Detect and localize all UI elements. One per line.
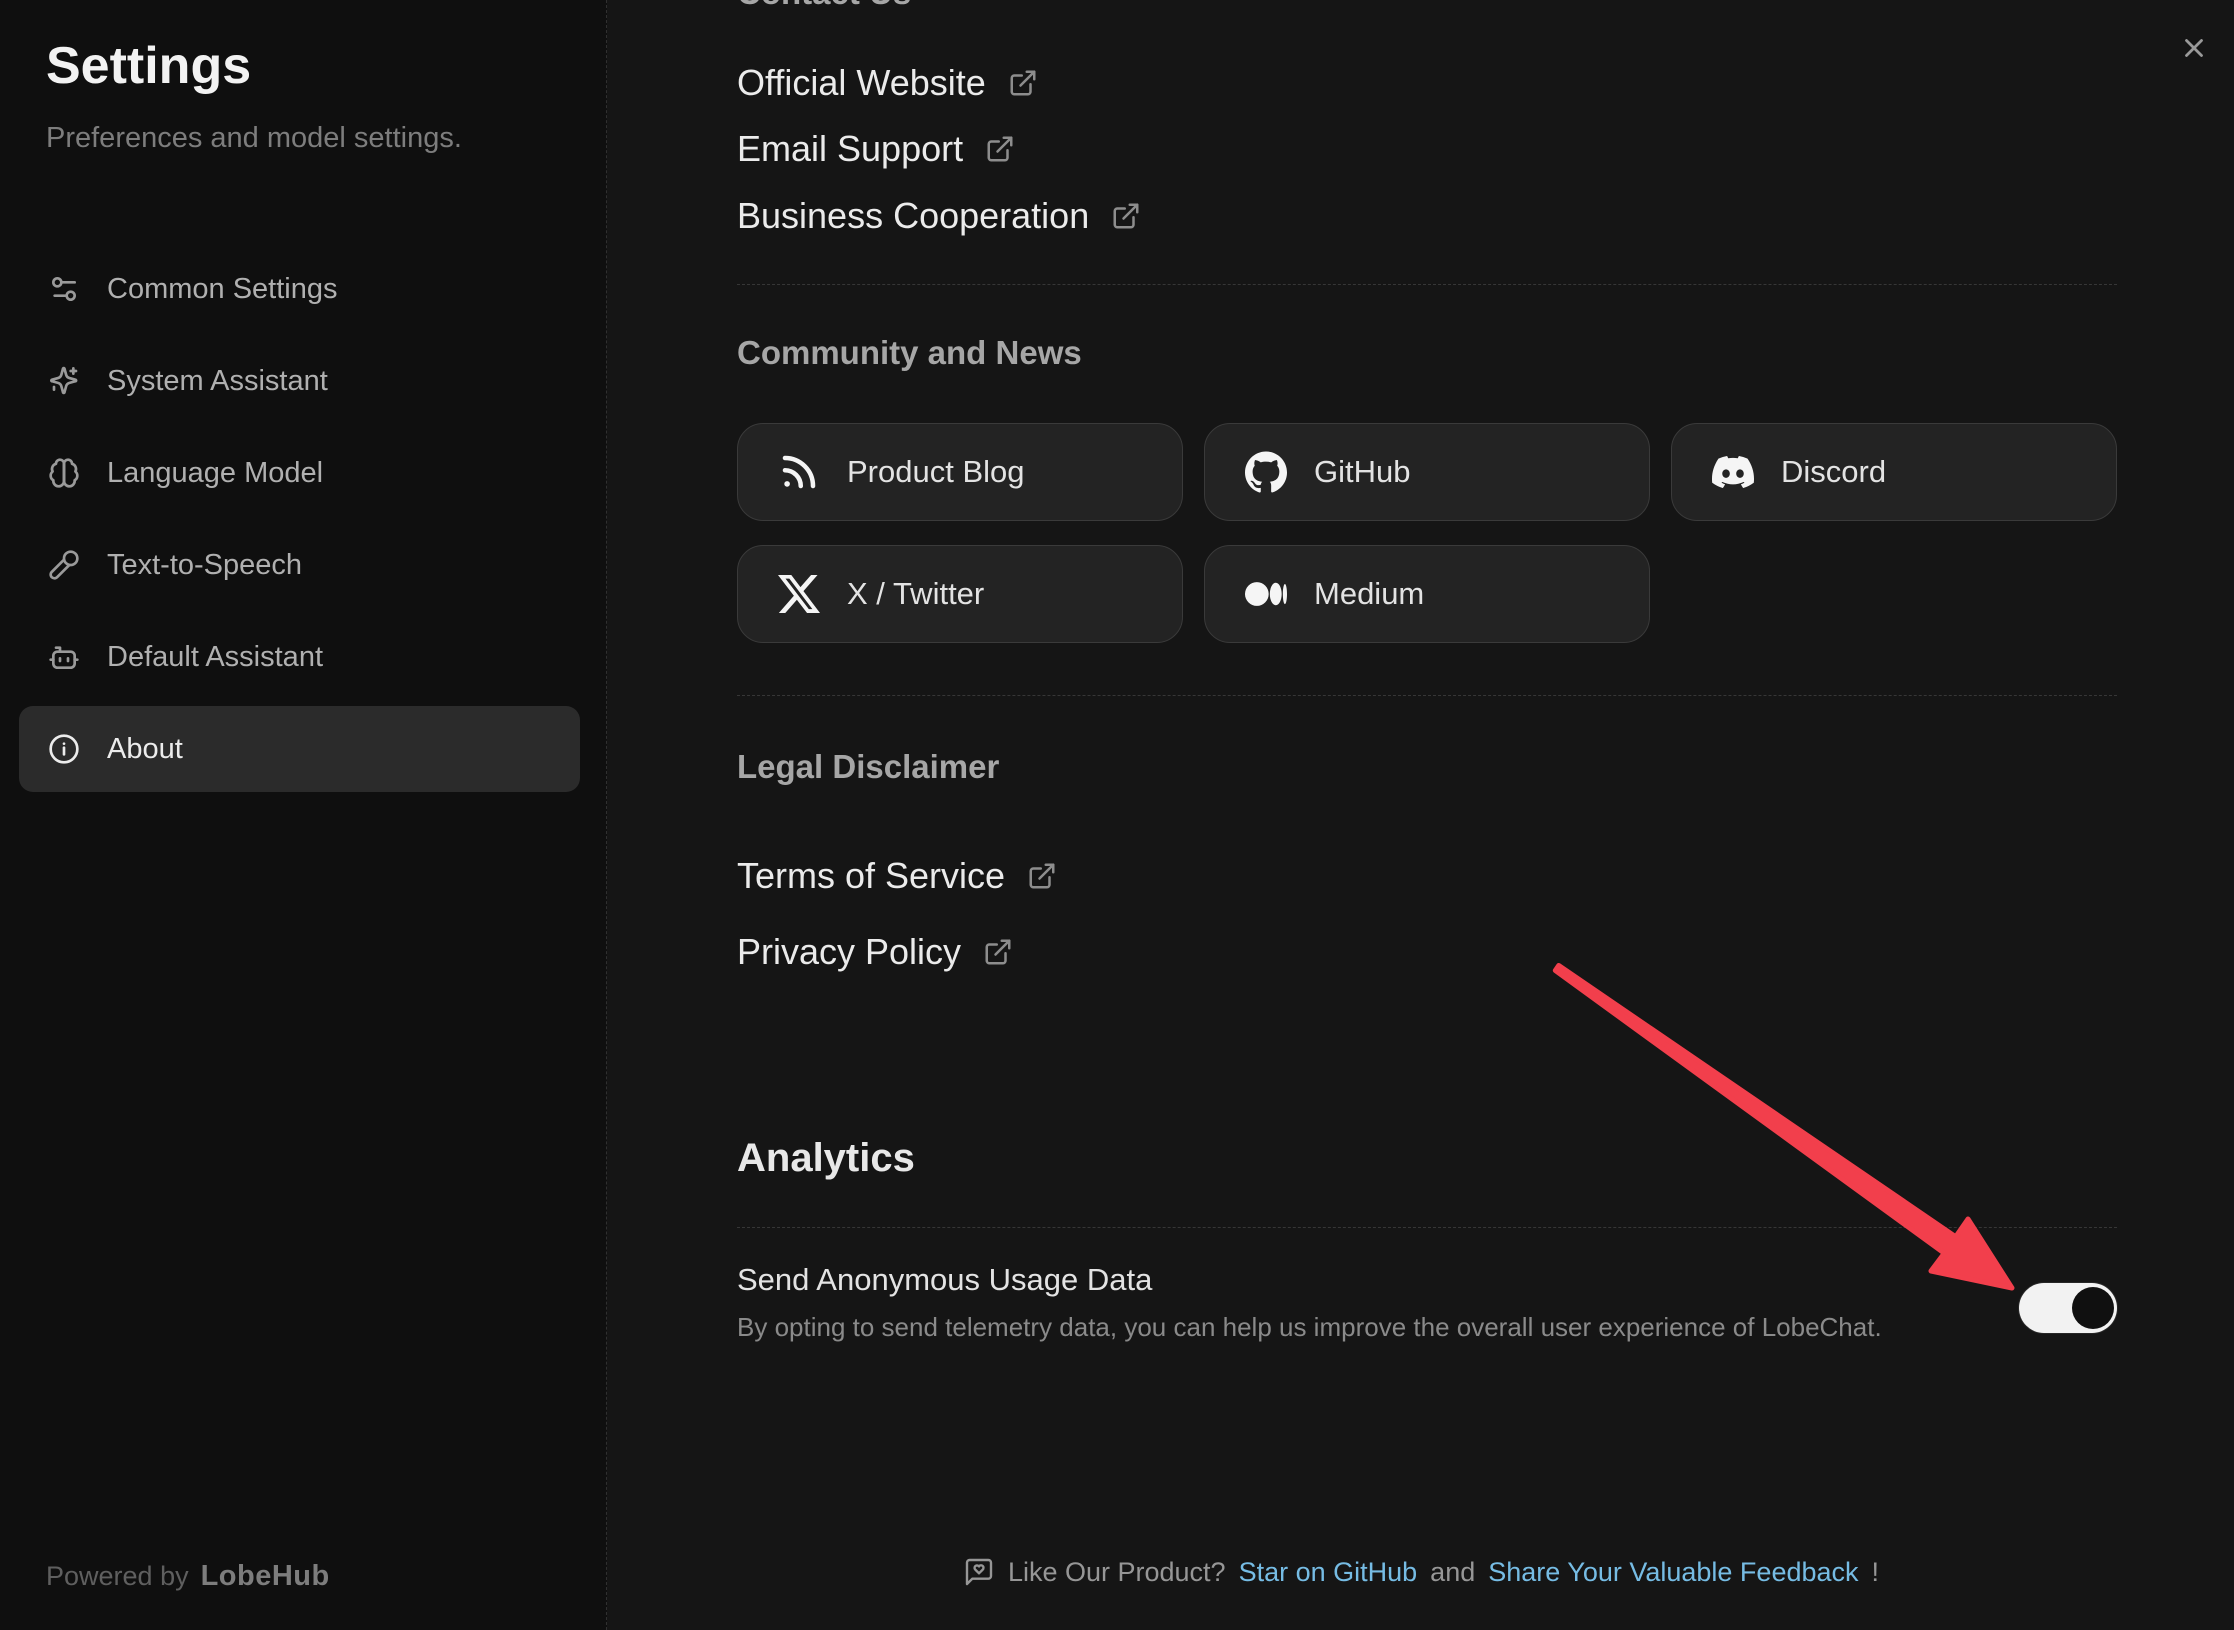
sidebar-item-system-assistant[interactable]: System Assistant xyxy=(19,338,580,424)
external-link-icon xyxy=(983,937,1013,967)
sidebar-item-label: Language Model xyxy=(107,457,323,490)
official-website-link[interactable]: Official Website xyxy=(737,62,1038,104)
mic-icon xyxy=(48,549,80,581)
star-on-github-link[interactable]: Star on GitHub xyxy=(1239,1557,1418,1588)
about-panel: Contact Us Official Website Email Suppor… xyxy=(608,0,2234,1630)
bot-icon xyxy=(48,641,80,673)
contact-section-heading: Contact Us xyxy=(737,0,911,12)
section-divider xyxy=(737,1227,2117,1228)
sidebar-item-common-settings[interactable]: Common Settings xyxy=(19,246,580,332)
sidebar-item-language-model[interactable]: Language Model xyxy=(19,430,580,516)
settings-menu: Common Settings System Assistant Languag… xyxy=(19,246,580,798)
powered-by-text: Powered by xyxy=(46,1561,189,1592)
brand-logo: LobeHub xyxy=(201,1560,330,1593)
page-title: Settings xyxy=(46,36,251,96)
telemetry-setting-label: Send Anonymous Usage Data xyxy=(737,1262,1152,1298)
sliders-icon xyxy=(48,273,80,305)
community-section-heading: Community and News xyxy=(737,334,1082,372)
discord-button[interactable]: Discord xyxy=(1671,423,2117,521)
settings-page: Settings Preferences and model settings.… xyxy=(0,0,2234,1630)
product-blog-button[interactable]: Product Blog xyxy=(737,423,1183,521)
email-support-link[interactable]: Email Support xyxy=(737,128,1015,170)
github-icon xyxy=(1245,451,1287,493)
close-icon xyxy=(2179,33,2209,63)
sidebar-item-about[interactable]: About xyxy=(19,706,580,792)
sidebar-item-label: Common Settings xyxy=(107,273,338,306)
external-link-icon xyxy=(1008,68,1038,98)
section-divider xyxy=(737,284,2117,285)
telemetry-toggle[interactable] xyxy=(2019,1283,2117,1333)
sidebar-item-label: Default Assistant xyxy=(107,641,323,674)
sidebar-item-label: System Assistant xyxy=(107,365,328,398)
page-subtitle: Preferences and model settings. xyxy=(46,122,462,155)
about-content: Contact Us Official Website Email Suppor… xyxy=(737,0,2117,1630)
footer-text: ! xyxy=(1872,1557,1880,1588)
sidebar-item-label: About xyxy=(107,733,183,766)
x-twitter-icon xyxy=(778,573,820,615)
powered-by: Powered by LobeHub xyxy=(46,1560,330,1593)
footer-text: Like Our Product? xyxy=(1008,1557,1226,1588)
sparkles-icon xyxy=(48,365,80,397)
terms-of-service-link[interactable]: Terms of Service xyxy=(737,855,1057,897)
sidebar-item-default-assistant[interactable]: Default Assistant xyxy=(19,614,580,700)
telemetry-setting-description: By opting to send telemetry data, you ca… xyxy=(737,1312,1882,1343)
section-divider xyxy=(737,695,2117,696)
analytics-section-heading: Analytics xyxy=(737,1136,915,1181)
sidebar-item-text-to-speech[interactable]: Text-to-Speech xyxy=(19,522,580,608)
github-button[interactable]: GitHub xyxy=(1204,423,1650,521)
discord-icon xyxy=(1712,451,1754,493)
x-twitter-button[interactable]: X / Twitter xyxy=(737,545,1183,643)
external-link-icon xyxy=(985,134,1015,164)
medium-button[interactable]: Medium xyxy=(1204,545,1650,643)
message-heart-icon xyxy=(963,1556,995,1588)
brain-icon xyxy=(48,457,80,489)
info-icon xyxy=(48,733,80,765)
community-buttons: Product Blog GitHub Discord xyxy=(737,423,2117,643)
external-link-icon xyxy=(1027,861,1057,891)
business-cooperation-link[interactable]: Business Cooperation xyxy=(737,195,1141,237)
sidebar-item-label: Text-to-Speech xyxy=(107,549,302,582)
rss-icon xyxy=(778,451,820,493)
toggle-knob xyxy=(2072,1287,2114,1329)
legal-section-heading: Legal Disclaimer xyxy=(737,748,999,786)
close-button[interactable] xyxy=(2168,22,2220,74)
footer-text: and xyxy=(1430,1557,1475,1588)
privacy-policy-link[interactable]: Privacy Policy xyxy=(737,931,1013,973)
sidebar: Settings Preferences and model settings.… xyxy=(0,0,607,1630)
feedback-footer: Like Our Product? Star on GitHub and Sha… xyxy=(608,1556,2234,1588)
external-link-icon xyxy=(1111,201,1141,231)
medium-icon xyxy=(1245,573,1287,615)
share-feedback-link[interactable]: Share Your Valuable Feedback xyxy=(1488,1557,1858,1588)
